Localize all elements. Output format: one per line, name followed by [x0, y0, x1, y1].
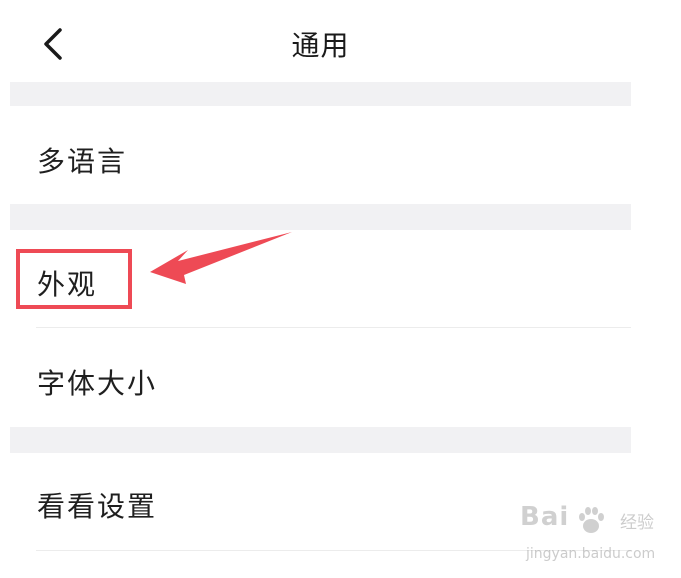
settings-item-font-size[interactable]: 字体大小: [10, 328, 631, 427]
page-title: 通用: [291, 29, 350, 62]
settings-item-label: 看看设置: [37, 490, 158, 523]
watermark: Bai 经验 jingyan.baidu.com: [520, 502, 670, 572]
section-gap: [10, 204, 631, 230]
settings-item-label: 多语言: [37, 145, 128, 178]
nav-header: 通用: [10, 0, 631, 82]
watermark-brand: Bai: [520, 502, 570, 532]
annotation-highlight-box: [16, 249, 132, 309]
section-gap: [10, 82, 631, 106]
arrow-left-icon: [150, 232, 292, 284]
settings-item-label: 字体大小: [37, 367, 158, 400]
watermark-brand-cn: 经验: [620, 513, 654, 533]
settings-item-language[interactable]: 多语言: [10, 106, 631, 204]
baidu-paw-icon: [579, 507, 604, 533]
settings-screen: 通用 多语言 外观 字体大小 看看设置: [10, 0, 631, 578]
section-gap: [10, 427, 631, 453]
watermark-url: jingyan.baidu.com: [526, 546, 656, 562]
